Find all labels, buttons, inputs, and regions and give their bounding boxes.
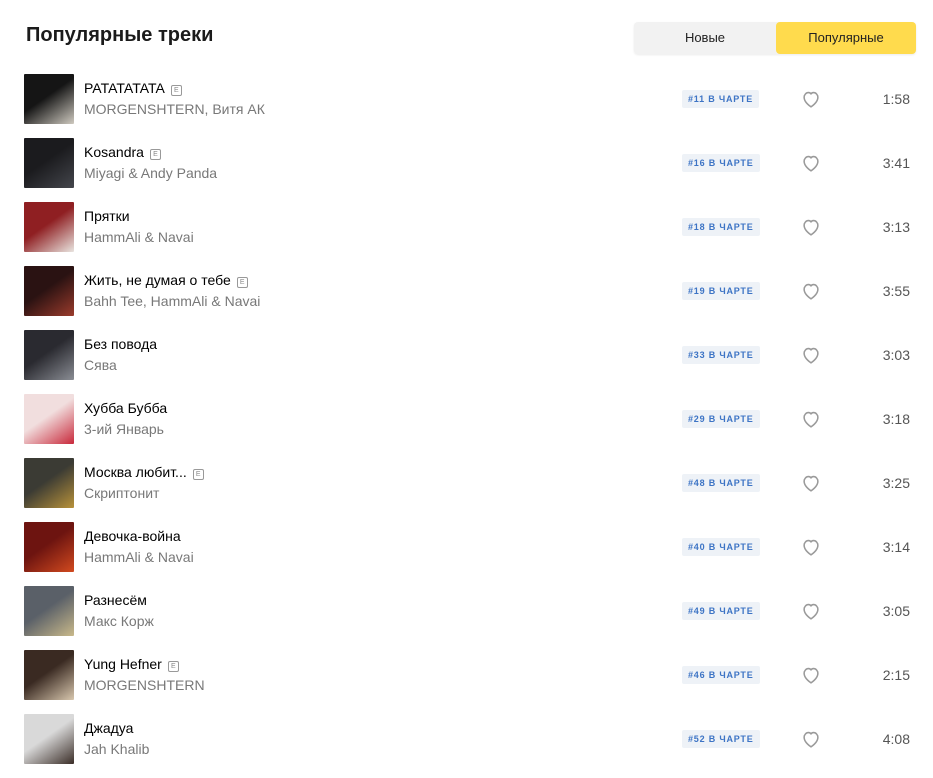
heart-icon[interactable] bbox=[800, 152, 822, 174]
track-title[interactable]: Разнесём bbox=[84, 592, 147, 608]
heart-outline-shape bbox=[803, 155, 819, 172]
track-row[interactable]: Kosandra E Miyagi & Andy Panda #16 В ЧАРТ… bbox=[24, 138, 916, 202]
track-title[interactable]: Yung Hefner E bbox=[84, 656, 179, 672]
heart-outline-shape bbox=[803, 283, 819, 300]
track-artist[interactable]: Макс Корж bbox=[84, 613, 154, 629]
chart-position-badge[interactable]: #46 В ЧАРТЕ bbox=[682, 666, 760, 684]
album-cover[interactable] bbox=[24, 522, 74, 572]
tracks-sort-toggle: Новые Популярные bbox=[634, 22, 916, 54]
heart-outline-shape bbox=[803, 603, 819, 620]
track-duration: 3:25 bbox=[882, 475, 910, 491]
heart-icon[interactable] bbox=[800, 408, 822, 430]
tab-popular[interactable]: Популярные bbox=[776, 22, 916, 54]
track-title[interactable]: Kosandra E bbox=[84, 144, 161, 160]
album-cover[interactable] bbox=[24, 458, 74, 508]
track-row[interactable]: Жить, не думая о тебе E Bahh Tee, HammAli… bbox=[24, 266, 916, 330]
chart-position-badge[interactable]: #18 В ЧАРТЕ bbox=[682, 218, 760, 236]
chart-position-badge[interactable]: #49 В ЧАРТЕ bbox=[682, 602, 760, 620]
chart-position-badge[interactable]: #48 В ЧАРТЕ bbox=[682, 474, 760, 492]
heart-icon[interactable] bbox=[800, 472, 822, 494]
track-artist[interactable]: 3-ий Январь bbox=[84, 421, 164, 437]
track-duration: 4:08 bbox=[882, 731, 910, 747]
track-row[interactable]: Хубба Бубба 3-ий Январь #29 В ЧАРТЕ 3:18 bbox=[24, 394, 916, 458]
chart-position-badge[interactable]: #40 В ЧАРТЕ bbox=[682, 538, 760, 556]
track-title[interactable]: Жить, не думая о тебе E bbox=[84, 272, 248, 288]
track-artist[interactable]: Bahh Tee, HammAli & Navai bbox=[84, 293, 260, 309]
explicit-badge: E bbox=[170, 85, 182, 96]
heart-icon[interactable] bbox=[800, 88, 822, 110]
explicit-badge: E bbox=[167, 661, 179, 672]
track-artist[interactable]: MORGENSHTERN, Витя АК bbox=[84, 101, 265, 117]
heart-outline-shape bbox=[803, 219, 819, 236]
chart-position-badge[interactable]: #16 В ЧАРТЕ bbox=[682, 154, 760, 172]
chart-position-badge[interactable]: #52 В ЧАРТЕ bbox=[682, 730, 760, 748]
heart-icon[interactable] bbox=[800, 344, 822, 366]
track-duration: 3:55 bbox=[882, 283, 910, 299]
heart-icon[interactable] bbox=[800, 280, 822, 302]
album-cover[interactable] bbox=[24, 586, 74, 636]
heart-outline-shape bbox=[803, 475, 819, 492]
track-row[interactable]: Москва любит... E Скриптонит #48 В ЧАРТЕ … bbox=[24, 458, 916, 522]
track-artist[interactable]: Miyagi & Andy Panda bbox=[84, 165, 217, 181]
album-cover[interactable] bbox=[24, 650, 74, 700]
heart-icon[interactable] bbox=[800, 664, 822, 686]
heart-icon[interactable] bbox=[800, 728, 822, 750]
heart-outline-shape bbox=[803, 731, 819, 748]
track-row[interactable]: Yung Hefner E MORGENSHTERN #46 В ЧАРТЕ 2:… bbox=[24, 650, 916, 714]
track-title[interactable]: Джадуа bbox=[84, 720, 133, 736]
heart-outline-shape bbox=[803, 411, 819, 428]
track-row[interactable]: Прятки HammAli & Navai #18 В ЧАРТЕ 3:13 bbox=[24, 202, 916, 266]
track-duration: 1:58 bbox=[882, 91, 910, 107]
track-duration: 3:18 bbox=[882, 411, 910, 427]
explicit-badge: E bbox=[192, 469, 204, 480]
chart-position-badge[interactable]: #29 В ЧАРТЕ bbox=[682, 410, 760, 428]
track-title[interactable]: Прятки bbox=[84, 208, 130, 224]
chart-position-badge[interactable]: #11 В ЧАРТЕ bbox=[682, 90, 760, 108]
track-row[interactable]: Девочка-война HammAli & Navai #40 В ЧАРТ… bbox=[24, 522, 916, 586]
explicit-badge: E bbox=[149, 149, 161, 160]
track-artist[interactable]: HammAli & Navai bbox=[84, 229, 194, 245]
track-artist[interactable]: Скриптонит bbox=[84, 485, 159, 501]
tab-new[interactable]: Новые bbox=[634, 22, 776, 54]
track-title[interactable]: Москва любит... E bbox=[84, 464, 204, 480]
track-duration: 2:15 bbox=[882, 667, 910, 683]
heart-outline-shape bbox=[803, 539, 819, 556]
album-cover[interactable] bbox=[24, 394, 74, 444]
track-title[interactable]: PATATATATA E bbox=[84, 80, 182, 96]
heart-outline-shape bbox=[803, 667, 819, 684]
track-row[interactable]: Без повода Сява #33 В ЧАРТЕ 3:03 bbox=[24, 330, 916, 394]
album-cover[interactable] bbox=[24, 74, 74, 124]
track-row[interactable]: PATATATATA E MORGENSHTERN, Витя АК #11 В … bbox=[24, 74, 916, 138]
album-cover[interactable] bbox=[24, 138, 74, 188]
album-cover[interactable] bbox=[24, 330, 74, 380]
track-title[interactable]: Без повода bbox=[84, 336, 157, 352]
track-artist[interactable]: Сява bbox=[84, 357, 117, 373]
album-cover[interactable] bbox=[24, 202, 74, 252]
track-artist[interactable]: HammAli & Navai bbox=[84, 549, 194, 565]
heart-icon[interactable] bbox=[800, 536, 822, 558]
heart-outline-shape bbox=[803, 91, 819, 108]
track-list: PATATATATA E MORGENSHTERN, Витя АК #11 В … bbox=[24, 74, 916, 778]
track-row[interactable]: Джадуа Jah Khalib #52 В ЧАРТЕ 4:08 bbox=[24, 714, 916, 778]
track-duration: 3:41 bbox=[882, 155, 910, 171]
album-cover[interactable] bbox=[24, 266, 74, 316]
track-title[interactable]: Хубба Бубба bbox=[84, 400, 167, 416]
track-artist[interactable]: Jah Khalib bbox=[84, 741, 149, 757]
chart-position-badge[interactable]: #33 В ЧАРТЕ bbox=[682, 346, 760, 364]
heart-outline-shape bbox=[803, 347, 819, 364]
page-title: Популярные треки bbox=[26, 24, 214, 46]
album-cover[interactable] bbox=[24, 714, 74, 764]
track-artist[interactable]: MORGENSHTERN bbox=[84, 677, 205, 693]
track-duration: 3:03 bbox=[882, 347, 910, 363]
heart-icon[interactable] bbox=[800, 216, 822, 238]
track-row[interactable]: Разнесём Макс Корж #49 В ЧАРТЕ 3:05 bbox=[24, 586, 916, 650]
chart-position-badge[interactable]: #19 В ЧАРТЕ bbox=[682, 282, 760, 300]
track-title[interactable]: Девочка-война bbox=[84, 528, 181, 544]
track-duration: 3:05 bbox=[882, 603, 910, 619]
heart-icon[interactable] bbox=[800, 600, 822, 622]
track-duration: 3:13 bbox=[882, 219, 910, 235]
explicit-badge: E bbox=[236, 277, 248, 288]
track-duration: 3:14 bbox=[882, 539, 910, 555]
